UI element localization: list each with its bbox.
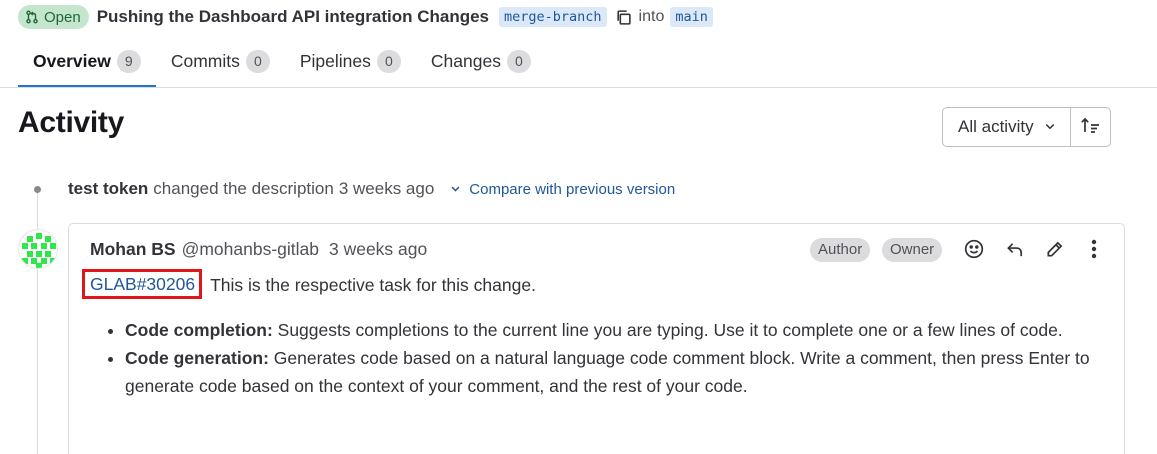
list-item: Code completion: Suggests completions to… bbox=[125, 316, 1094, 344]
tab-commits[interactable]: Commits 0 bbox=[156, 36, 285, 87]
tab-changes[interactable]: Changes 0 bbox=[416, 36, 546, 87]
system-note-action: changed the description bbox=[153, 179, 334, 198]
activity-filter-label: All activity bbox=[958, 117, 1034, 136]
activity-heading: Activity bbox=[18, 106, 124, 139]
tab-count: 0 bbox=[245, 50, 270, 73]
comment-author-handle[interactable]: @mohanbs-gitlab bbox=[182, 239, 319, 260]
chevron-down-icon bbox=[1044, 117, 1056, 137]
comment-list: Code completion: Suggests completions to… bbox=[90, 316, 1094, 400]
tab-label: Changes bbox=[430, 51, 501, 71]
tab-count: 0 bbox=[506, 50, 531, 73]
comment-time[interactable]: 3 weeks ago bbox=[329, 239, 427, 260]
compare-version-link[interactable]: Compare with previous version bbox=[450, 181, 675, 198]
page-title: Pushing the Dashboard API integration Ch… bbox=[96, 7, 489, 26]
system-note-time[interactable]: 3 weeks ago bbox=[339, 179, 434, 199]
into-label: into bbox=[638, 8, 665, 25]
comment-body: GLAB#30206 This is the respective task f… bbox=[82, 269, 1094, 400]
merge-request-icon bbox=[25, 10, 39, 24]
smile-icon[interactable] bbox=[962, 237, 986, 261]
tab-count: 9 bbox=[116, 50, 141, 73]
compare-link-label: Compare with previous version bbox=[469, 180, 676, 198]
list-item-text: Suggests completions to the current line… bbox=[277, 320, 1063, 340]
status-label: Open bbox=[44, 8, 81, 26]
tab-label: Pipelines bbox=[299, 51, 371, 71]
tab-label: Overview bbox=[33, 51, 111, 71]
source-branch[interactable]: merge-branch bbox=[499, 7, 607, 27]
copy-icon[interactable] bbox=[615, 9, 632, 26]
comment-header: Mohan BS @mohanbs-gitlab 3 weeks ago bbox=[90, 239, 427, 260]
list-item-title: Code completion: bbox=[125, 320, 273, 340]
activity-filter-group: All activity bbox=[942, 107, 1111, 147]
tab-count: 0 bbox=[376, 50, 401, 73]
target-branch[interactable]: main bbox=[670, 7, 713, 27]
list-item: Code generation: Generates code based on… bbox=[125, 344, 1094, 400]
pencil-icon[interactable] bbox=[1042, 237, 1066, 261]
owner-badge: Owner bbox=[882, 238, 943, 262]
list-item-text: Generates code based on a natural langua… bbox=[125, 348, 1090, 396]
tab-label: Commits bbox=[170, 51, 240, 71]
status-badge: Open bbox=[18, 5, 89, 29]
comment-card: Mohan BS @mohanbs-gitlab 3 weeks ago Aut… bbox=[68, 223, 1125, 454]
comment-author-name[interactable]: Mohan BS bbox=[90, 239, 176, 260]
timeline-dot bbox=[34, 186, 41, 193]
ellipsis-v-icon[interactable] bbox=[1082, 237, 1106, 261]
list-item-title: Code generation: bbox=[125, 348, 269, 368]
sort-ascending-icon bbox=[1080, 116, 1100, 139]
author-badge: Author bbox=[810, 238, 871, 262]
activity-filter-dropdown[interactable]: All activity bbox=[943, 108, 1071, 146]
sort-direction-button[interactable] bbox=[1071, 108, 1110, 146]
issue-reference-link[interactable]: GLAB#30206 bbox=[82, 269, 203, 299]
system-note: test token changed the description 3 wee… bbox=[68, 179, 675, 199]
reply-icon[interactable] bbox=[1003, 237, 1027, 261]
chevron-down-icon bbox=[450, 181, 461, 198]
avatar[interactable] bbox=[18, 229, 58, 269]
tab-pipelines[interactable]: Pipelines 0 bbox=[285, 36, 416, 87]
comment-intro: This is the respective task for this cha… bbox=[210, 275, 536, 295]
mr-title-row: Open Pushing the Dashboard API integrati… bbox=[18, 4, 713, 30]
mr-tabs: Overview 9 Commits 0 Pipelines 0 Changes… bbox=[18, 36, 546, 87]
system-note-author[interactable]: test token bbox=[68, 179, 148, 199]
comment-first-line: GLAB#30206 This is the respective task f… bbox=[82, 269, 1094, 299]
tabs-divider bbox=[0, 87, 1157, 88]
tab-overview[interactable]: Overview 9 bbox=[18, 36, 156, 87]
